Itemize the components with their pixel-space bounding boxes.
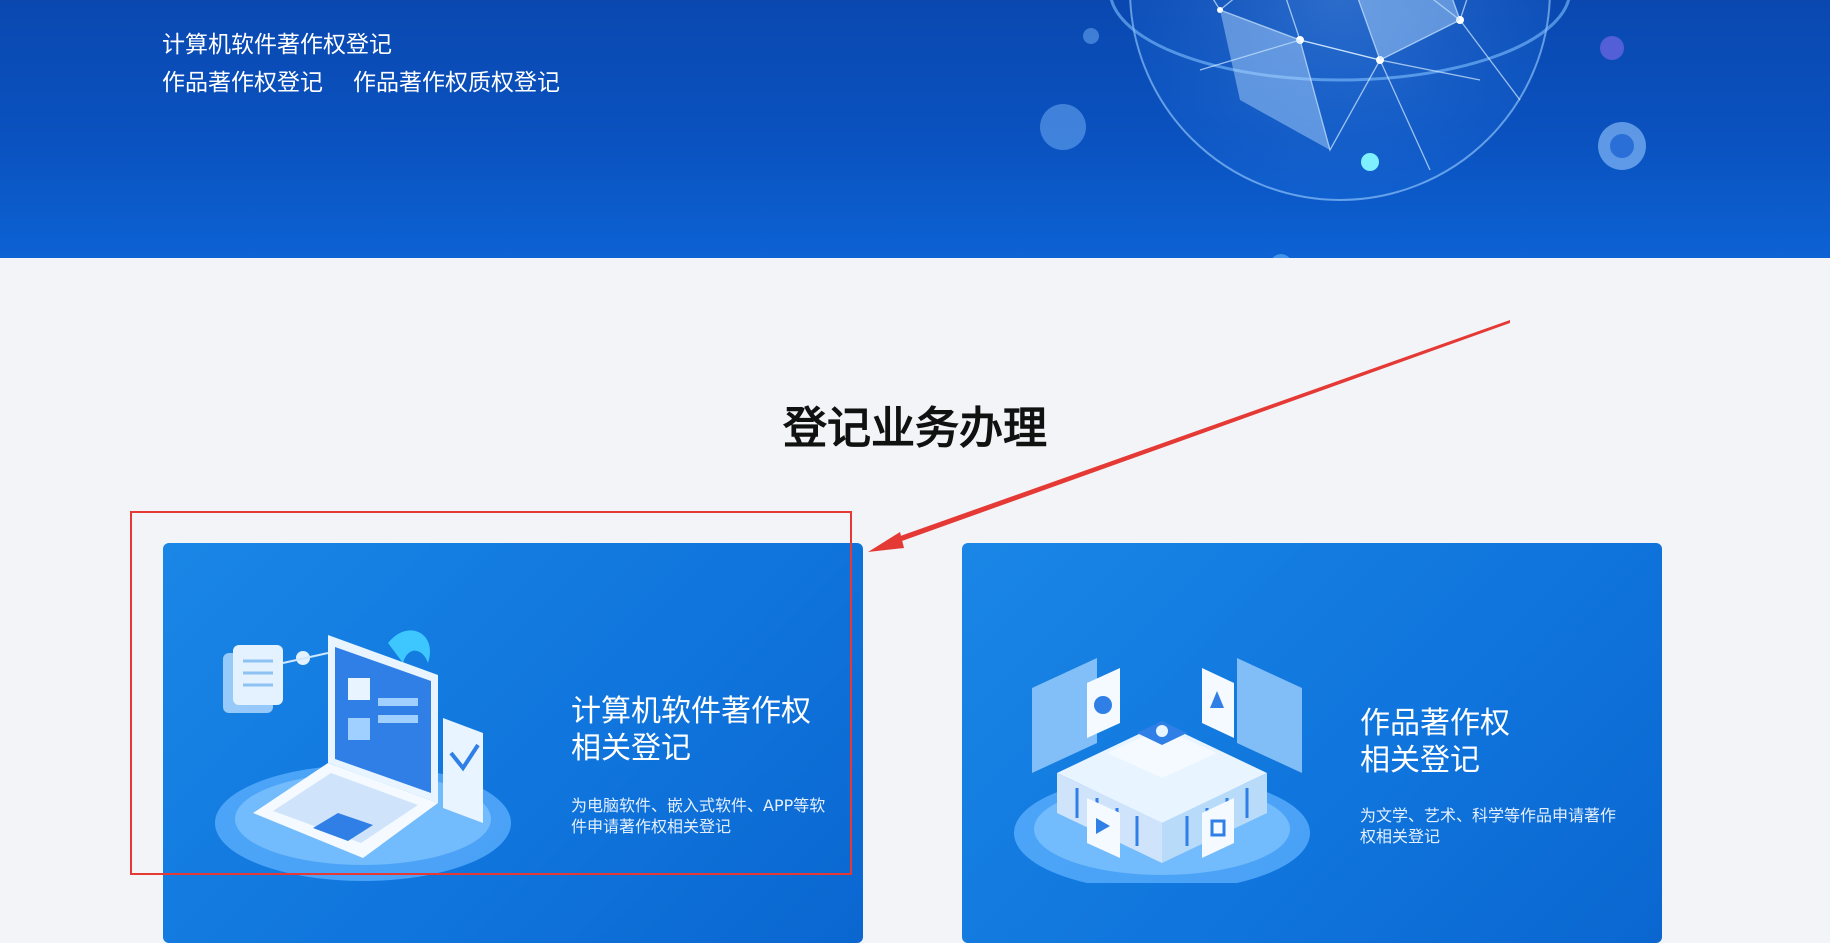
- card-description: 为电脑软件、嵌入式软件、APP等软件申请著作权相关登记: [571, 796, 826, 836]
- banner-links: 计算机软件著作权登记 作品著作权登记 作品著作权质权登记: [162, 26, 560, 102]
- card-description: 为文学、艺术、科学等作品申请著作权相关登记: [1360, 806, 1617, 846]
- card-work-copyright[interactable]: 作品著作权 相关登记 为文学、艺术、科学等作品申请著作权相关登记: [962, 543, 1662, 943]
- section-title: 登记业务办理: [783, 403, 1047, 454]
- card-title: 作品著作权 相关登记: [1360, 705, 1510, 779]
- globe-illustration-icon: [1109, 0, 1571, 201]
- card-title-line1: 作品著作权: [1360, 706, 1510, 741]
- top-banner: 计算机软件著作权登记 作品著作权登记 作品著作权质权登记: [0, 0, 1830, 258]
- link-work-copyright[interactable]: 作品著作权登记: [162, 70, 323, 96]
- decorative-bubble: [1270, 254, 1292, 258]
- palette-bubble-icon: [1598, 122, 1646, 170]
- link-work-copyright-pledge[interactable]: 作品著作权质权登记: [353, 70, 560, 96]
- card-software-copyright[interactable]: 计算机软件著作权 相关登记 为电脑软件、嵌入式软件、APP等软件申请著作权相关登…: [163, 543, 863, 943]
- laptop-illustration-icon: [215, 630, 511, 881]
- card-title: 计算机软件著作权 相关登记: [571, 693, 811, 767]
- building-illustration-icon: [1014, 658, 1310, 883]
- decorative-bubble: [1600, 36, 1624, 60]
- card-title-line2: 相关登记: [571, 731, 691, 766]
- decorative-bubble: [1040, 104, 1086, 150]
- decorative-bubble: [1083, 28, 1099, 44]
- link-software-copyright[interactable]: 计算机软件著作权登记: [162, 32, 392, 58]
- card-title-line2: 相关登记: [1360, 743, 1480, 778]
- card-title-line1: 计算机软件著作权: [571, 694, 811, 729]
